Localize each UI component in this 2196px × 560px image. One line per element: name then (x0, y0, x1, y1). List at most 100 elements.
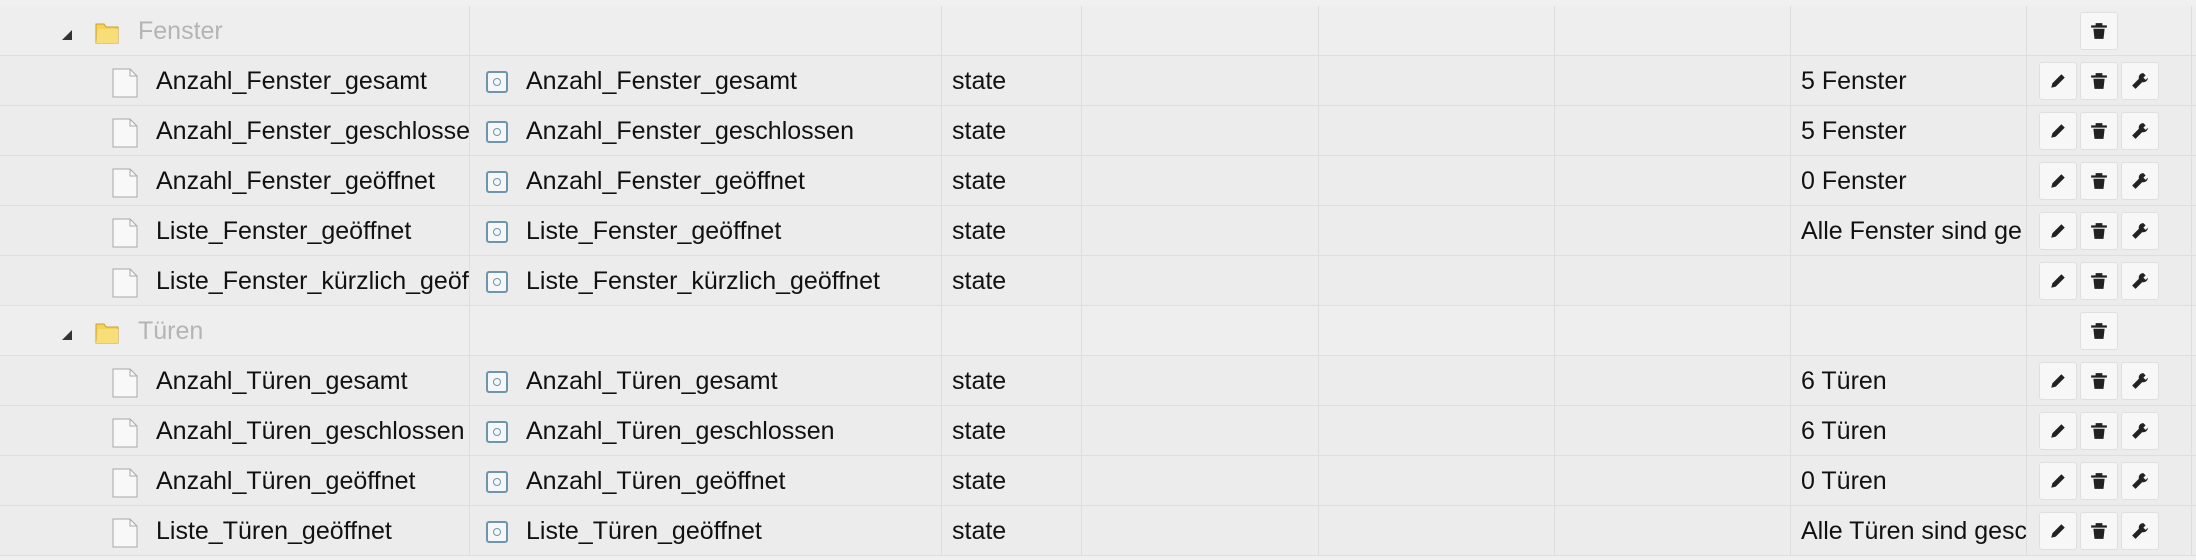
value-cell: Alle Fenster sind ge (1791, 206, 2027, 256)
settings-button[interactable] (2121, 412, 2159, 450)
state-row[interactable]: Liste_Fenster_geöffnet Liste_Fenster_geö… (0, 206, 2196, 256)
state-icon (486, 421, 508, 443)
file-icon (112, 118, 138, 148)
edit-button[interactable] (2039, 62, 2077, 100)
state-row[interactable]: Liste_Türen_geöffnet Liste_Türen_geöffne… (0, 506, 2196, 556)
folder-row-fenster[interactable]: Fenster (0, 6, 2196, 56)
object-id-label[interactable]: Liste_Fenster_kürzlich_geöffnet (156, 256, 469, 306)
settings-button[interactable] (2121, 462, 2159, 500)
title-cell (470, 6, 942, 56)
delete-button[interactable] (2080, 212, 2118, 250)
delete-button[interactable] (2080, 112, 2118, 150)
state-value[interactable]: 6 Türen (1801, 406, 1887, 456)
state-row[interactable]: Liste_Fenster_kürzlich_geöffnet Liste_Fe… (0, 256, 2196, 306)
trash-icon (2091, 73, 2107, 89)
state-icon (486, 521, 508, 543)
folder-label[interactable]: Türen (138, 306, 203, 356)
name-cell: Anzahl_Türen_gesamt (0, 356, 470, 406)
folder-icon (95, 323, 119, 344)
name-cell: Liste_Fenster_geöffnet (0, 206, 470, 256)
settings-button[interactable] (2121, 262, 2159, 300)
folder-label[interactable]: Fenster (138, 6, 223, 56)
function-cell (1555, 456, 1791, 506)
edit-button[interactable] (2039, 162, 2077, 200)
state-row[interactable]: Anzahl_Türen_geschlossen Anzahl_Türen_ge… (0, 406, 2196, 456)
wrench-icon (2132, 373, 2148, 389)
edit-button[interactable] (2039, 212, 2077, 250)
room-cell (1319, 306, 1555, 356)
edit-button[interactable] (2039, 462, 2077, 500)
wrench-icon (2132, 473, 2148, 489)
state-value[interactable]: Alle Türen sind gesc (1801, 506, 2026, 556)
state-row[interactable]: Anzahl_Türen_geöffnet Anzahl_Türen_geöff… (0, 456, 2196, 506)
object-id-label[interactable]: Liste_Türen_geöffnet (156, 506, 392, 556)
object-id-label[interactable]: Liste_Fenster_geöffnet (156, 206, 411, 256)
state-value[interactable]: Alle Fenster sind ge (1801, 206, 2022, 256)
settings-button[interactable] (2121, 112, 2159, 150)
role-cell (1082, 206, 1319, 256)
state-value[interactable]: 5 Fenster (1801, 106, 1907, 156)
object-name-label: Anzahl_Fenster_geöffnet (526, 167, 805, 195)
edit-button[interactable] (2039, 512, 2077, 550)
edit-button[interactable] (2039, 362, 2077, 400)
delete-button[interactable] (2080, 312, 2118, 350)
state-value[interactable]: 6 Türen (1801, 356, 1887, 406)
pencil-icon (2051, 224, 2065, 238)
object-id-label[interactable]: Anzahl_Türen_gesamt (156, 356, 408, 406)
name-cell: Anzahl_Türen_geschlossen (0, 406, 470, 456)
collapse-triangle-icon[interactable] (62, 30, 72, 40)
trash-icon (2091, 123, 2107, 139)
actions-cell (2027, 506, 2192, 556)
title-cell: Anzahl_Türen_geöffnet (470, 456, 942, 506)
room-cell (1319, 206, 1555, 256)
state-icon (486, 221, 508, 243)
delete-button[interactable] (2080, 462, 2118, 500)
delete-button[interactable] (2080, 262, 2118, 300)
delete-button[interactable] (2080, 62, 2118, 100)
state-icon (486, 71, 508, 93)
file-icon (112, 168, 138, 198)
delete-button[interactable] (2080, 412, 2118, 450)
object-name-label: Anzahl_Türen_geöffnet (526, 467, 786, 495)
value-cell: 5 Fenster (1791, 56, 2027, 106)
state-row[interactable]: Anzahl_Fenster_geöffnet Anzahl_Fenster_g… (0, 156, 2196, 206)
value-cell: 0 Türen (1791, 456, 2027, 506)
type-cell: state (942, 456, 1082, 506)
state-row[interactable]: Anzahl_Fenster_geschlossen Anzahl_Fenste… (0, 106, 2196, 156)
object-id-label[interactable]: Anzahl_Fenster_geöffnet (156, 156, 435, 206)
function-cell (1555, 406, 1791, 456)
wrench-icon (2132, 73, 2148, 89)
settings-button[interactable] (2121, 362, 2159, 400)
object-id-label[interactable]: Anzahl_Türen_geschlossen (156, 406, 465, 456)
delete-button[interactable] (2080, 12, 2118, 50)
settings-button[interactable] (2121, 212, 2159, 250)
settings-button[interactable] (2121, 512, 2159, 550)
edit-button[interactable] (2039, 262, 2077, 300)
delete-button[interactable] (2080, 362, 2118, 400)
trash-icon (2091, 523, 2107, 539)
object-id-label[interactable]: Anzahl_Fenster_geschlossen (156, 106, 469, 156)
object-id-label[interactable]: Anzahl_Türen_geöffnet (156, 456, 415, 506)
trash-icon (2091, 473, 2107, 489)
delete-button[interactable] (2080, 162, 2118, 200)
trash-icon (2091, 223, 2107, 239)
collapse-triangle-icon[interactable] (62, 330, 72, 340)
type-cell: state (942, 206, 1082, 256)
file-icon (112, 418, 138, 448)
delete-button[interactable] (2080, 512, 2118, 550)
state-row[interactable]: Anzahl_Türen_gesamt Anzahl_Türen_gesamt … (0, 356, 2196, 406)
trash-icon (2091, 173, 2107, 189)
object-id-label[interactable]: Anzahl_Fenster_gesamt (156, 56, 427, 106)
edit-button[interactable] (2039, 112, 2077, 150)
title-cell: Liste_Fenster_kürzlich_geöffnet (470, 256, 942, 306)
settings-button[interactable] (2121, 62, 2159, 100)
state-value[interactable]: 0 Türen (1801, 456, 1887, 506)
role-cell (1082, 406, 1319, 456)
state-row[interactable]: Anzahl_Fenster_gesamt Anzahl_Fenster_ges… (0, 56, 2196, 106)
state-value[interactable]: 5 Fenster (1801, 56, 1907, 106)
settings-button[interactable] (2121, 162, 2159, 200)
folder-row-tueren[interactable]: Türen (0, 306, 2196, 356)
actions-cell (2027, 106, 2192, 156)
edit-button[interactable] (2039, 412, 2077, 450)
state-value[interactable]: 0 Fenster (1801, 156, 1907, 206)
